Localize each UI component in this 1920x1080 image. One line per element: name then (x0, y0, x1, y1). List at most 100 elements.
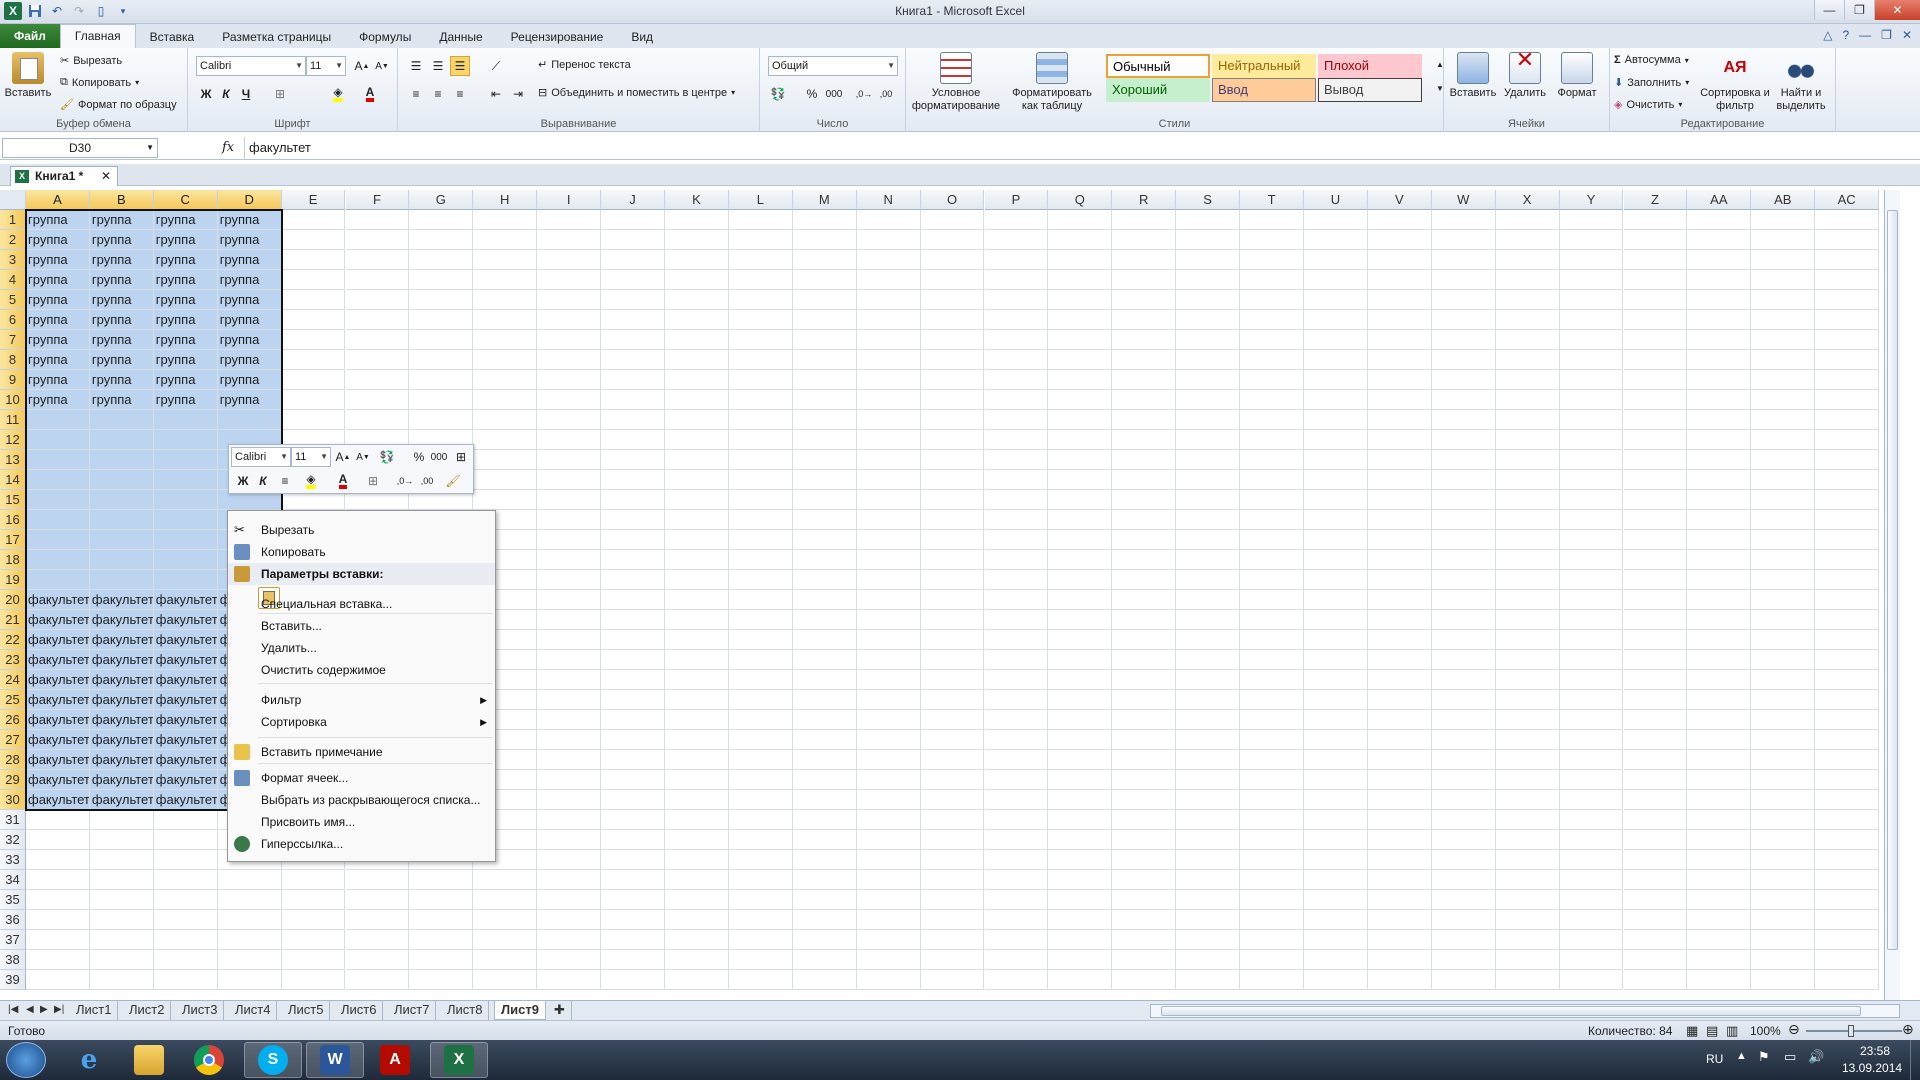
row-header-30[interactable]: 30 (0, 790, 26, 810)
cell-h11[interactable] (473, 410, 538, 430)
cell-i17[interactable] (537, 530, 602, 550)
cell-c23[interactable]: факультет (153, 650, 218, 670)
cell-b39[interactable] (89, 970, 154, 990)
cell-v9[interactable] (1367, 370, 1432, 390)
cell-i4[interactable] (537, 270, 602, 290)
cell-l2[interactable] (728, 230, 793, 250)
cell-a28[interactable]: факультет (26, 750, 90, 770)
cell-o6[interactable] (920, 310, 985, 330)
cell-m7[interactable] (792, 330, 857, 350)
cell-g36[interactable] (409, 910, 474, 930)
cell-k19[interactable] (665, 570, 729, 590)
cell-a8[interactable]: группа (26, 350, 90, 370)
cell-r8[interactable] (1112, 350, 1177, 370)
cell-g8[interactable] (409, 350, 474, 370)
minimize-ribbon-icon[interactable]: △ (1823, 28, 1832, 42)
cell-o28[interactable] (920, 750, 985, 770)
cell-j8[interactable] (601, 350, 665, 370)
cell-n16[interactable] (856, 510, 921, 530)
cell-d8[interactable]: группа (217, 350, 282, 370)
cell-v22[interactable] (1367, 630, 1432, 650)
cell-t14[interactable] (1240, 470, 1304, 490)
cell-ab27[interactable] (1751, 730, 1816, 750)
clock-time[interactable]: 23:58 (1860, 1044, 1890, 1058)
cell-o17[interactable] (920, 530, 985, 550)
cell-b18[interactable] (89, 550, 154, 570)
cell-f2[interactable] (345, 230, 410, 250)
cell-x9[interactable] (1495, 370, 1560, 390)
cell-a18[interactable] (26, 550, 90, 570)
cell-x3[interactable] (1495, 250, 1560, 270)
sheet-tab-1[interactable]: Лист1 (70, 1001, 119, 1020)
cell-t10[interactable] (1240, 390, 1304, 410)
cell-b20[interactable]: факультет (89, 590, 154, 610)
cell-n28[interactable] (856, 750, 921, 770)
cell-l10[interactable] (728, 390, 793, 410)
cell-m13[interactable] (792, 450, 857, 470)
taskbar-ie[interactable]: e (60, 1042, 118, 1078)
cell-q18[interactable] (1048, 550, 1113, 570)
cell-a10[interactable]: группа (26, 390, 90, 410)
cell-l20[interactable] (728, 590, 793, 610)
cell-r22[interactable] (1112, 630, 1177, 650)
action-center-flag-icon[interactable]: ⚑ (1758, 1049, 1770, 1065)
cell-m19[interactable] (792, 570, 857, 590)
row-header-19[interactable]: 19 (0, 570, 26, 590)
copy-button[interactable]: ⧉ Копировать ▾ (60, 76, 139, 89)
cell-k25[interactable] (665, 690, 729, 710)
cell-g11[interactable] (409, 410, 474, 430)
cell-u8[interactable] (1304, 350, 1368, 370)
cell-t22[interactable] (1240, 630, 1304, 650)
cell-b8[interactable]: группа (89, 350, 154, 370)
cell-t23[interactable] (1240, 650, 1304, 670)
cell-m1[interactable] (792, 210, 857, 230)
cell-f5[interactable] (345, 290, 410, 310)
cell-u18[interactable] (1304, 550, 1368, 570)
cell-r31[interactable] (1112, 810, 1177, 830)
cell-j37[interactable] (601, 930, 665, 950)
cell-i20[interactable] (537, 590, 602, 610)
cell-ab30[interactable] (1751, 790, 1816, 810)
row-header-20[interactable]: 20 (0, 590, 26, 610)
cell-ab3[interactable] (1751, 250, 1816, 270)
doc-minimize-icon[interactable]: — (1859, 28, 1871, 42)
cell-ab26[interactable] (1751, 710, 1816, 730)
cell-v37[interactable] (1367, 930, 1432, 950)
cell-aa6[interactable] (1687, 310, 1752, 330)
cell-h34[interactable] (473, 870, 538, 890)
cell-k38[interactable] (665, 950, 729, 970)
cell-u36[interactable] (1304, 910, 1368, 930)
cell-a34[interactable] (26, 870, 90, 890)
cell-p33[interactable] (984, 850, 1049, 870)
cell-aa16[interactable] (1687, 510, 1752, 530)
cell-q12[interactable] (1048, 430, 1113, 450)
cell-u5[interactable] (1304, 290, 1368, 310)
cell-y31[interactable] (1559, 810, 1624, 830)
cell-z9[interactable] (1623, 370, 1688, 390)
cell-b36[interactable] (89, 910, 154, 930)
cell-g4[interactable] (409, 270, 474, 290)
cell-k3[interactable] (665, 250, 729, 270)
cell-j19[interactable] (601, 570, 665, 590)
row-header-2[interactable]: 2 (0, 230, 26, 250)
column-header-c[interactable]: C (153, 190, 218, 210)
cell-c13[interactable] (153, 450, 218, 470)
row-header-33[interactable]: 33 (0, 850, 26, 870)
cell-z7[interactable] (1623, 330, 1688, 350)
cell-m5[interactable] (792, 290, 857, 310)
cell-p3[interactable] (984, 250, 1049, 270)
cell-k20[interactable] (665, 590, 729, 610)
cell-j6[interactable] (601, 310, 665, 330)
increase-indent-icon[interactable]: ⇥ (508, 84, 528, 104)
cell-c26[interactable]: факультет (153, 710, 218, 730)
cell-i19[interactable] (537, 570, 602, 590)
cell-m4[interactable] (792, 270, 857, 290)
cell-n32[interactable] (856, 830, 921, 850)
cell-aa21[interactable] (1687, 610, 1752, 630)
mini-currency-icon[interactable]: 💱 (377, 447, 397, 467)
cell-v7[interactable] (1367, 330, 1432, 350)
cell-n3[interactable] (856, 250, 921, 270)
cell-m9[interactable] (792, 370, 857, 390)
cell-m12[interactable] (792, 430, 857, 450)
cell-ab11[interactable] (1751, 410, 1816, 430)
